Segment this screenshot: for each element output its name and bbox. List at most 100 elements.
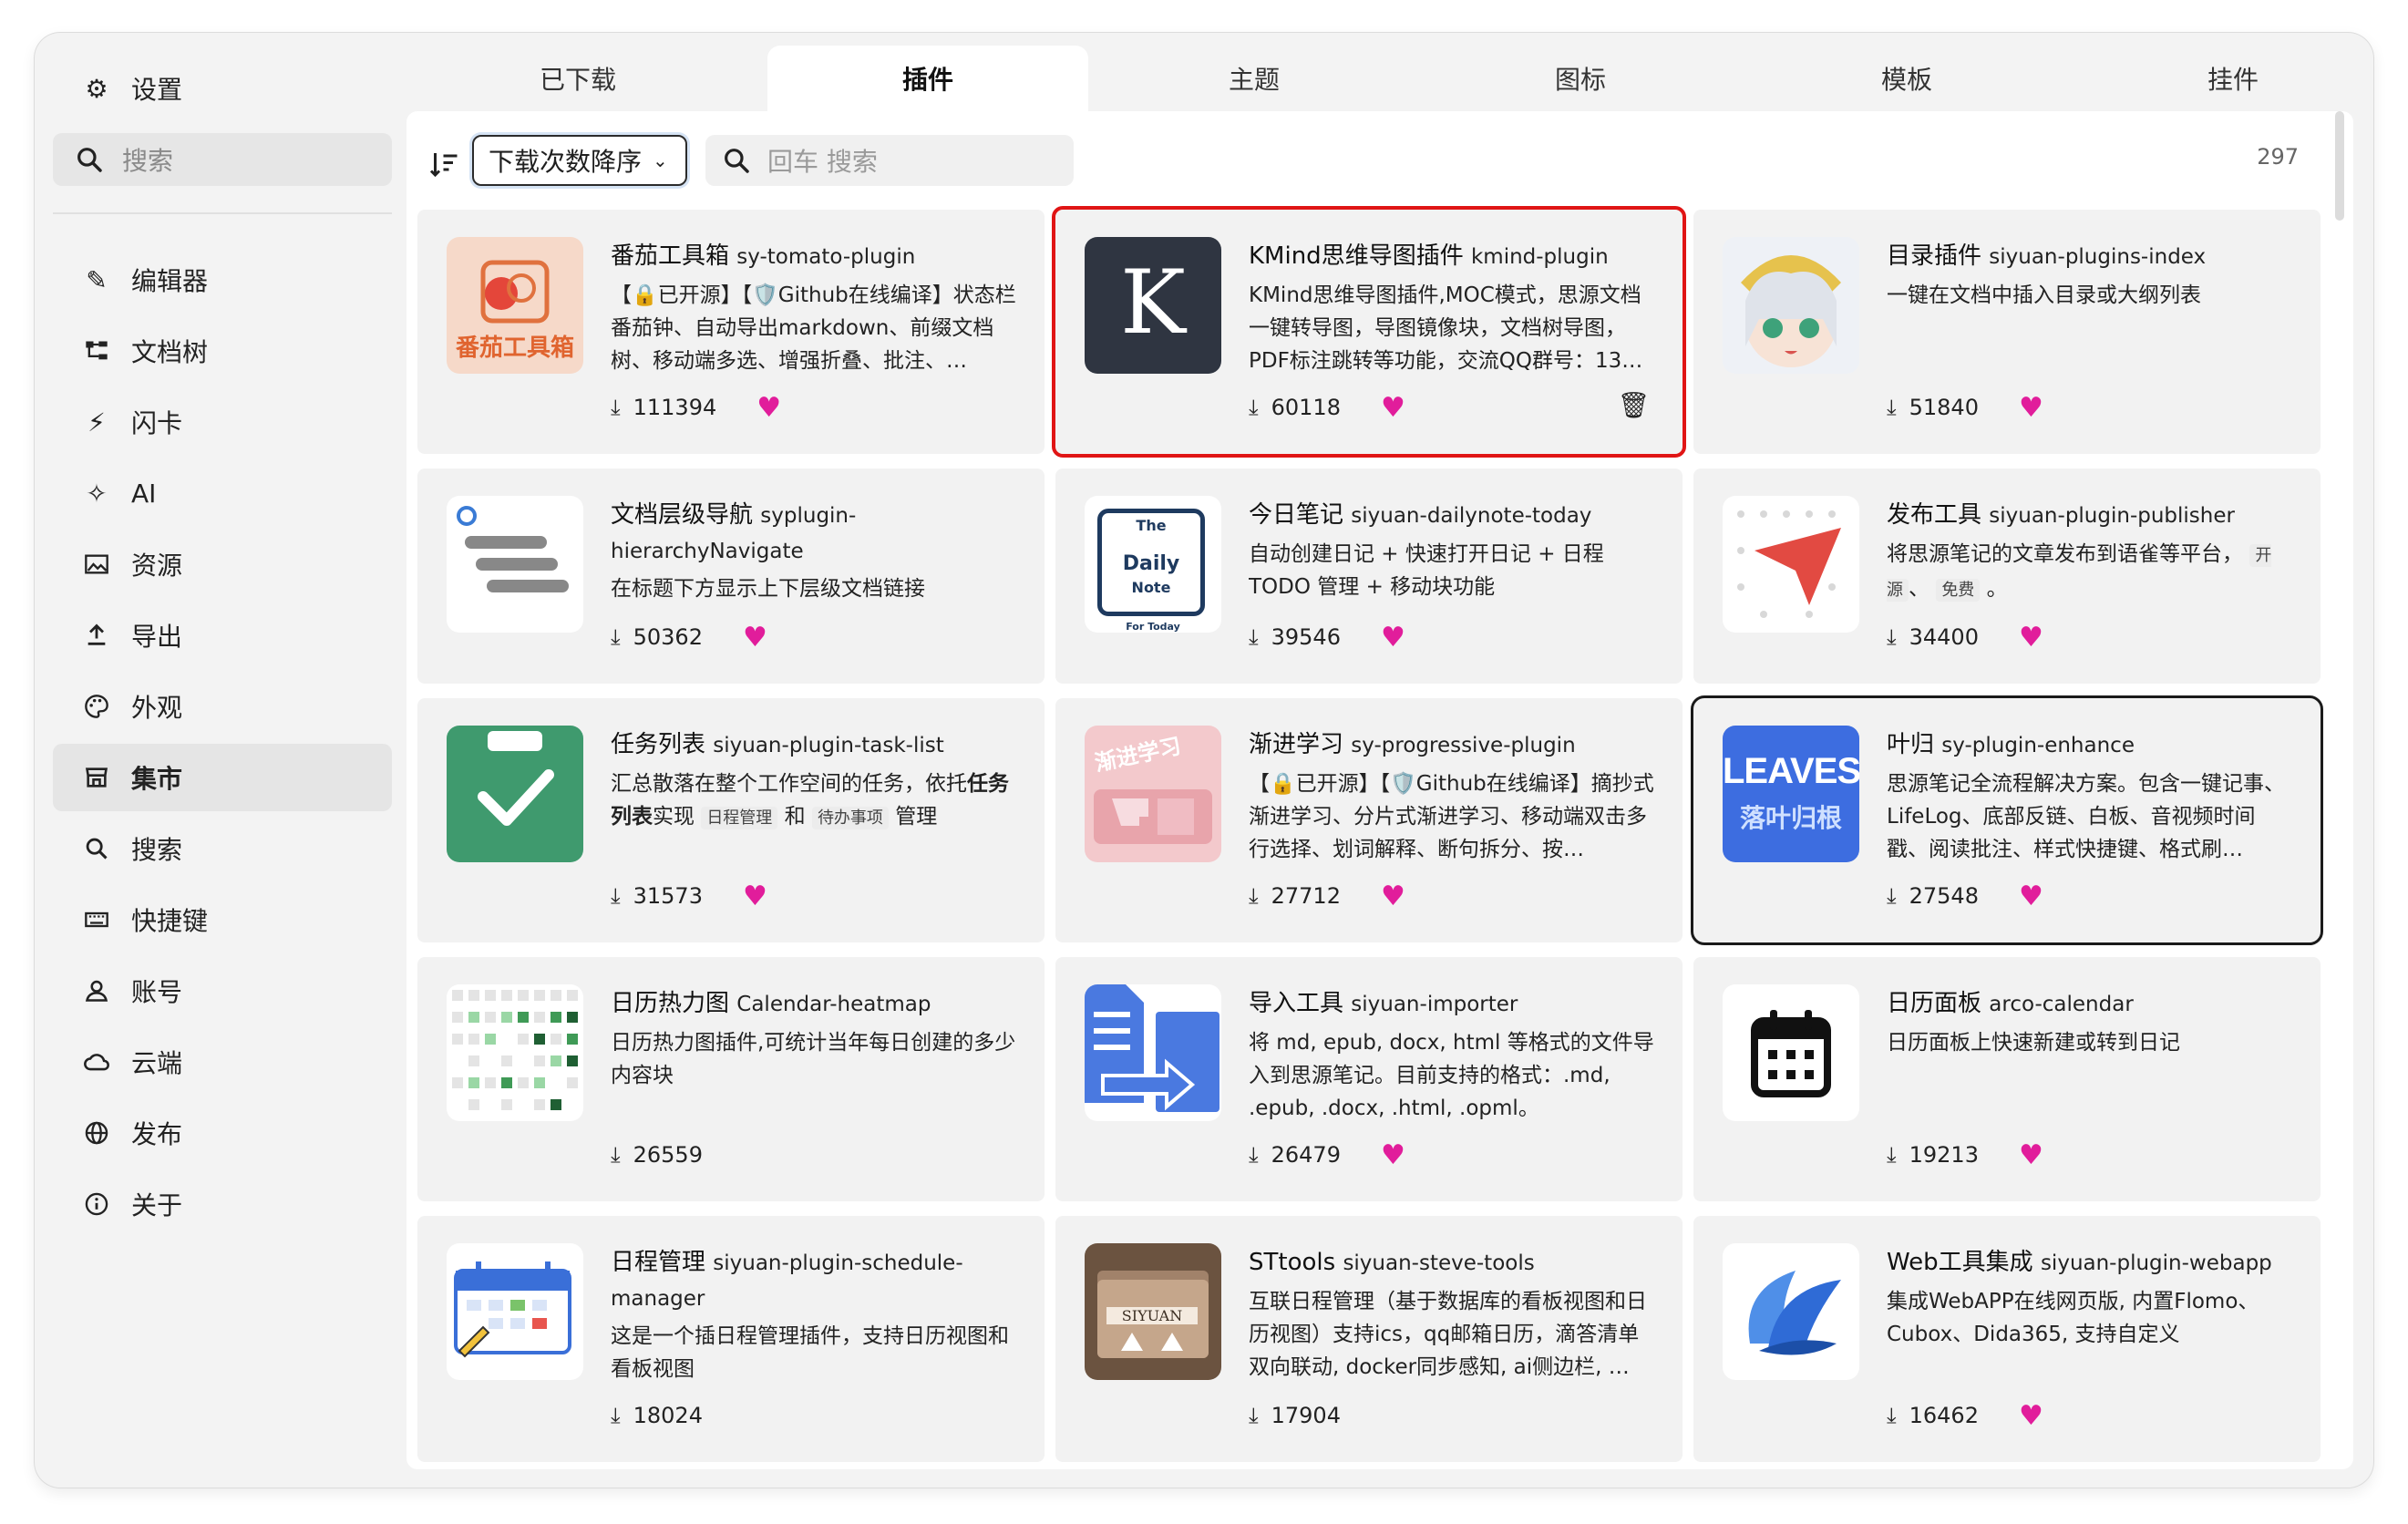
plugin-card[interactable]: 日历面板 arco-calendar 日历面板上快速新建或转到日记 ⤓ 1921… (1693, 957, 2321, 1201)
tab-templates[interactable]: 模板 (1746, 46, 2067, 111)
plugin-card[interactable]: 任务列表 siyuan-plugin-task-list 汇总散落在整个工作空间… (417, 698, 1044, 942)
heart-icon[interactable]: ♥ (2019, 880, 2043, 912)
heart-icon[interactable]: ♥ (1381, 392, 1405, 424)
plugin-stats: ⤓ 34400 ♥ (1887, 622, 2043, 654)
sidebar-search-input[interactable]: 搜索 (53, 133, 392, 186)
plugin-card[interactable]: 日程管理 siyuan-plugin-schedule-manager 这是一个… (417, 1216, 1044, 1462)
tab-icons[interactable]: 图标 (1420, 46, 1741, 111)
download-count: 27712 (1271, 883, 1341, 909)
plugin-description: 将思源笔记的文章发布到语雀等平台， 开源、 免费 。 (1887, 542, 2272, 602)
tab-themes[interactable]: 主题 (1094, 46, 1415, 111)
plugin-card-focused[interactable]: LEAVES 落叶归根 叶归 sy-plugin-enhance 思源笔记全流程… (1691, 695, 2323, 945)
sparkle-icon: ✧ (86, 478, 108, 509)
sidebar-item-appearance[interactable]: 外观 (53, 673, 392, 740)
plugin-card[interactable]: 渐进学习 渐进学习 sy-progressive-plugin 【🔒已开源】【🛡… (1055, 698, 1683, 942)
user-icon (82, 976, 111, 1005)
flash-icon: ⚡ (87, 407, 106, 438)
trash-icon[interactable]: 🗑 (1617, 390, 1650, 420)
sidebar-item-account[interactable]: 账号 (53, 957, 392, 1025)
download-icon: ⤓ (1249, 395, 1259, 420)
download-icon: ⤓ (1887, 395, 1897, 420)
download-count: 19213 (1909, 1142, 1979, 1168)
plugin-thumbnail (447, 496, 583, 633)
sidebar-item-label: 外观 (131, 693, 183, 723)
sort-icon[interactable] (428, 148, 461, 180)
sidebar-item-label: 导出 (131, 622, 183, 652)
plugin-title: 导入工具 siyuan-importer (1249, 990, 1518, 1017)
plugin-card[interactable]: 导入工具 siyuan-importer 将 md, epub, docx, h… (1055, 957, 1683, 1201)
download-count: 111394 (633, 395, 717, 420)
plugin-stats: ⤓ 50362 ♥ (611, 622, 767, 654)
sidebar-item-ai[interactable]: ✧ AI (53, 459, 392, 527)
plugin-title: 番茄工具箱 sy-tomato-plugin (611, 242, 916, 270)
sidebar-item-bazaar[interactable]: 集市 (53, 744, 392, 811)
download-icon: ⤓ (1249, 624, 1259, 650)
plugin-card[interactable]: SIYUAN STtools siyuan-steve-tools 互联日程管理… (1055, 1216, 1683, 1462)
thumbnail-text: SIYUAN (1106, 1307, 1198, 1324)
thumbnail-text: Note (1131, 579, 1171, 596)
plugin-search-input[interactable]: 回车 搜索 (705, 135, 1074, 186)
plugin-card[interactable]: 文档层级导航 syplugin-hierarchyNavigate 在标题下方显… (417, 469, 1044, 684)
download-count: 60118 (1271, 395, 1341, 420)
plugin-card[interactable]: The Daily Note For Today 今日笔记 siyuan-dai… (1055, 469, 1683, 684)
download-count: 16462 (1909, 1403, 1979, 1428)
heart-icon[interactable]: ♥ (1381, 880, 1405, 912)
tab-plugins[interactable]: 插件 (767, 46, 1088, 111)
sidebar-item-search[interactable]: 搜索 (53, 815, 392, 882)
sidebar: ⚙ 设置 搜索 ✎ 编辑器 文档树 ⚡ 闪卡 ✧ AI 资源 导出 外观 集市 … (35, 33, 417, 1488)
plugin-title: Web工具集成 siyuan-plugin-webapp (1887, 1249, 2272, 1276)
info-icon (82, 1189, 111, 1219)
download-icon: ⤓ (1887, 624, 1897, 650)
tab-widgets[interactable]: 挂件 (2073, 46, 2373, 111)
sidebar-item-cloud[interactable]: 云端 (53, 1028, 392, 1096)
plugin-stats: ⤓ 27548 ♥ (1887, 880, 2043, 912)
plugin-title: 发布工具 siyuan-plugin-publisher (1887, 501, 2235, 529)
sidebar-item-label: 云端 (131, 1048, 183, 1078)
heart-icon[interactable]: ♥ (743, 622, 767, 654)
plugin-card[interactable]: 目录插件 siyuan-plugins-index 一键在文档中插入目录或大纲列… (1693, 210, 2321, 454)
heart-icon[interactable]: ♥ (2019, 1139, 2043, 1171)
scrollbar[interactable] (2335, 111, 2344, 221)
heart-icon[interactable]: ♥ (743, 880, 767, 912)
sort-select[interactable]: 下载次数降序 ⌄ (472, 135, 687, 186)
plugin-card[interactable]: 番茄工具箱 番茄工具箱 sy-tomato-plugin 【🔒已开源】【🛡️Gi… (417, 210, 1044, 454)
sidebar-item-label: 快捷键 (131, 906, 209, 936)
sidebar-item-editor[interactable]: ✎ 编辑器 (53, 246, 392, 314)
plugin-stats: ⤓ 111394 ♥ (611, 392, 781, 424)
plugin-thumbnail (1723, 237, 1859, 374)
plugin-card[interactable]: Web工具集成 siyuan-plugin-webapp 集成WebAPP在线网… (1693, 1216, 2321, 1462)
sidebar-item-about[interactable]: 关于 (53, 1170, 392, 1238)
heart-icon[interactable]: ♥ (1381, 622, 1405, 654)
plugin-card-highlighted[interactable]: K KMind思维导图插件 kmind-plugin KMind思维导图插件,M… (1052, 206, 1686, 458)
heart-icon[interactable]: ♥ (1381, 1139, 1405, 1171)
sidebar-item-flashcard[interactable]: ⚡ 闪卡 (53, 388, 392, 456)
plugin-thumbnail (1723, 984, 1859, 1121)
download-icon: ⤓ (611, 624, 621, 650)
plugin-card[interactable]: 日历热力图 Calendar-heatmap 日历热力图插件,可统计当年每日创建… (417, 957, 1044, 1201)
heart-icon[interactable]: ♥ (2019, 622, 2043, 654)
plugin-description: 一键在文档中插入目录或大纲列表 (1887, 283, 2201, 307)
sidebar-item-assets[interactable]: 资源 (53, 530, 392, 598)
download-icon: ⤓ (1887, 1142, 1897, 1168)
tab-downloaded[interactable]: 已下载 (417, 46, 738, 111)
sidebar-item-publish[interactable]: 发布 (53, 1099, 392, 1167)
plugin-stats: ⤓ 26559 (611, 1139, 703, 1170)
heart-icon[interactable]: ♥ (2019, 392, 2043, 424)
sidebar-item-settings[interactable]: ⚙ 设置 (53, 55, 392, 122)
plugin-stats: ⤓ 16462 ♥ (1887, 1400, 2043, 1432)
plugin-description: 汇总散落在整个工作空间的任务，依托任务列表实现 日程管理 和 待办事项 管理 (611, 772, 1009, 829)
thumbnail-text: Daily (1122, 552, 1180, 575)
plugin-list-panel: 下载次数降序 ⌄ 回车 搜索 297 番茄工具箱 番茄工具箱 sy-tomato… (406, 111, 2353, 1469)
plugin-card[interactable]: 发布工具 siyuan-plugin-publisher 将思源笔记的文章发布到… (1693, 469, 2321, 684)
heart-icon[interactable]: ♥ (756, 392, 781, 424)
plugin-thumbnail: 番茄工具箱 (447, 237, 583, 374)
heart-icon[interactable]: ♥ (2019, 1400, 2043, 1432)
sidebar-item-keymap[interactable]: 快捷键 (53, 886, 392, 953)
thumbnail-text: For Today (1126, 621, 1180, 633)
plugin-title: STtools siyuan-steve-tools (1249, 1249, 1535, 1276)
download-icon: ⤓ (1249, 1142, 1259, 1168)
sidebar-item-filetree[interactable]: 文档树 (53, 317, 392, 385)
search-icon (725, 149, 749, 173)
plugin-stats: ⤓ 17904 (1249, 1400, 1341, 1431)
sidebar-item-export[interactable]: 导出 (53, 602, 392, 669)
